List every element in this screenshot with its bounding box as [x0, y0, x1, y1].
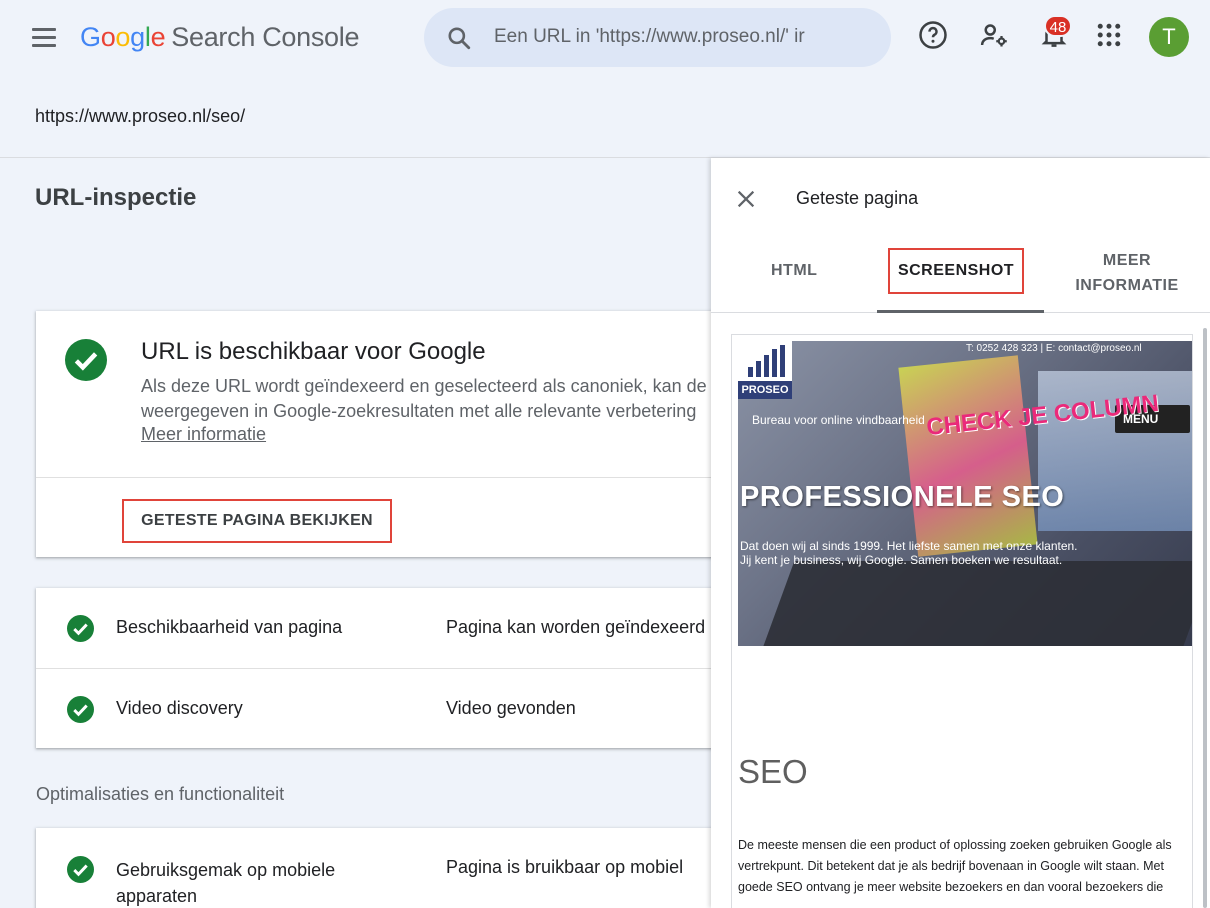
- optimizations-card[interactable]: Gebruiksgemak op mobiele apparaten Pagin…: [36, 828, 726, 908]
- body-text: De meeste mensen die een product of oplo…: [738, 838, 1172, 894]
- check-circle-icon: [67, 856, 94, 883]
- proseo-logo: PROSEO: [738, 341, 792, 399]
- tab-html[interactable]: HTML: [771, 262, 817, 280]
- check-circle-icon: [67, 615, 94, 642]
- panel-title: Geteste pagina: [796, 188, 919, 208]
- panel-scrollbar[interactable]: [1203, 328, 1207, 908]
- section-heading: SEO: [738, 753, 808, 790]
- check-row-availability[interactable]: Beschikbaarheid van pagina Pagina kan wo…: [36, 588, 726, 668]
- check-circle-icon: [65, 339, 107, 381]
- logo-bars-icon: [748, 345, 785, 377]
- tab-screenshot[interactable]: SCREENSHOT: [888, 248, 1024, 294]
- property-url: https://www.proseo.nl/seo/: [35, 106, 246, 126]
- tagline: Bureau voor online vindbaarheid: [752, 413, 925, 427]
- screenshot-hero: PROSEO T: 0252 428 323 | E: contact@pros…: [738, 341, 1192, 646]
- hero-heading: PROFESSIONELE SEO: [740, 481, 1065, 513]
- optimization-label: Gebruiksgemak op mobiele apparaten: [116, 860, 336, 906]
- laptop-keyboard-image: [761, 561, 1192, 646]
- page-screenshot: PROSEO T: 0252 428 323 | E: contact@pros…: [731, 334, 1193, 908]
- page-title: URL-inspectie: [35, 184, 197, 211]
- apps-grid-icon[interactable]: [1094, 20, 1124, 50]
- panel-tabs: HTML SCREENSHOT MEER INFORMATIE: [711, 228, 1210, 313]
- view-tested-page-button[interactable]: GETESTE PAGINA BEKIJKEN: [122, 499, 392, 543]
- check-value: Pagina kan worden geïndexeerd: [446, 617, 706, 637]
- account-avatar[interactable]: T: [1149, 17, 1189, 57]
- hero-subtext: Dat doen wij al sinds 1999. Het liefste …: [740, 539, 1078, 567]
- top-bar: GoogleSearch Console 48 T: [0, 0, 1210, 78]
- status-description: Als deze URL wordt geïndexeerd en gesele…: [141, 376, 707, 421]
- product-name: Search Console: [171, 22, 360, 52]
- active-tab-indicator: [877, 310, 1044, 313]
- book-image: [898, 355, 1038, 557]
- notification-count-badge: 48: [1044, 15, 1072, 37]
- search-console-logo[interactable]: Google Search Console: [80, 22, 360, 53]
- more-info-link[interactable]: Meer informatie: [141, 424, 266, 445]
- hamburger-menu-icon[interactable]: [32, 28, 56, 48]
- help-icon[interactable]: [918, 20, 948, 50]
- search-input[interactable]: [494, 22, 874, 52]
- checks-card: Beschikbaarheid van pagina Pagina kan wo…: [36, 588, 726, 748]
- check-label: Beschikbaarheid van pagina: [116, 617, 343, 637]
- section-label: Optimalisaties en functionaliteit: [36, 784, 285, 804]
- check-label: Video discovery: [116, 698, 243, 718]
- close-icon[interactable]: [735, 188, 757, 210]
- tested-page-panel: Geteste pagina HTML SCREENSHOT MEER INFO…: [711, 158, 1210, 908]
- contact-line: T: 0252 428 323 | E: contact@proseo.nl: [966, 343, 1142, 354]
- status-heading: URL is beschikbaar voor Google: [141, 338, 486, 365]
- url-status-card: URL is beschikbaar voor Google Als deze …: [36, 311, 726, 557]
- optimization-value: Pagina is bruikbaar op mobiel: [446, 857, 684, 877]
- manage-users-icon[interactable]: [979, 20, 1009, 50]
- card-divider: [36, 477, 726, 478]
- tab-more-info[interactable]: MEER INFORMATIE: [1071, 248, 1183, 298]
- url-inspect-search[interactable]: [424, 8, 891, 67]
- check-row-video[interactable]: Video discovery Video gevonden: [36, 668, 726, 748]
- check-circle-icon: [67, 696, 94, 723]
- check-value: Video gevonden: [446, 698, 576, 718]
- search-icon[interactable]: [446, 25, 472, 51]
